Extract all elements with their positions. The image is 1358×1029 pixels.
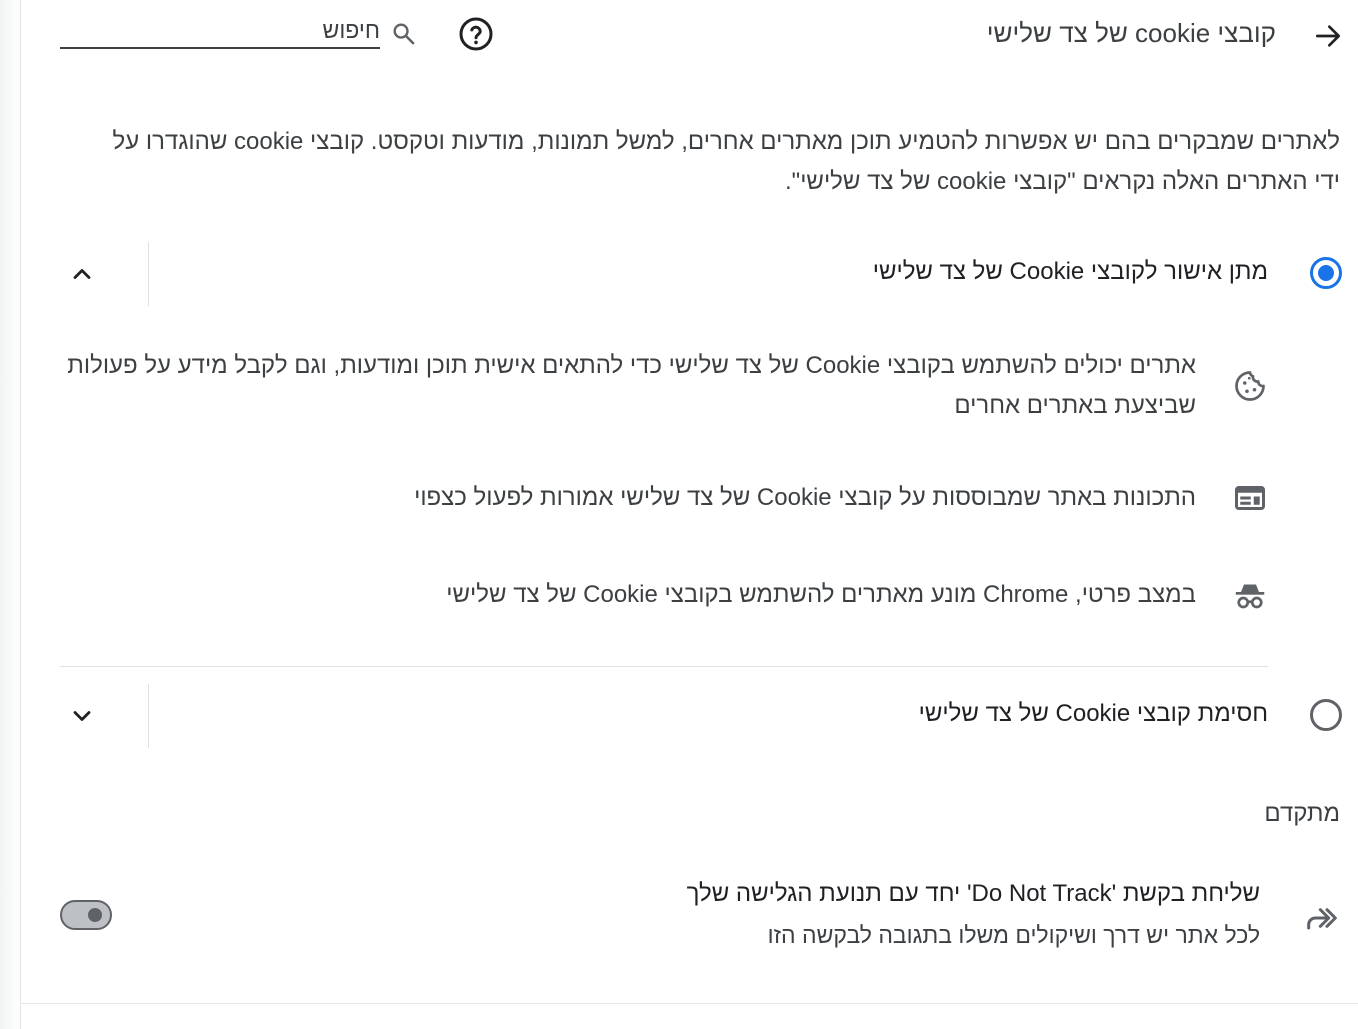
- incognito-icon: [1235, 584, 1265, 609]
- detail-text-incognito: במצב פרטי, Chrome מונע מאתרים להשתמש בקו…: [446, 581, 1196, 608]
- search-box: [60, 14, 420, 50]
- do-not-track-icon: [1307, 908, 1337, 930]
- radio-block-label: חסימת קובצי Cookie של צד שלישי: [918, 700, 1268, 727]
- do-not-track-title: שליחת בקשת 'Do Not Track' יחד עם תנועת ה…: [686, 880, 1260, 907]
- toggle-knob: [88, 908, 102, 922]
- arrow-back-icon: [1316, 25, 1340, 47]
- vertical-divider: [148, 684, 149, 748]
- detail-item-web-asset: התכונות באתר שמבוססות על קובצי Cookie של…: [60, 478, 1358, 518]
- chevron-up-icon: [73, 269, 91, 279]
- help-icon: [459, 17, 493, 51]
- side-shadow: [0, 0, 21, 1029]
- page-title: קובצי cookie של צד שלישי: [986, 18, 1276, 48]
- detail-item-incognito: במצב פרטי, Chrome מונע מאתרים להשתמש בקו…: [60, 575, 1358, 615]
- page-description: לאתרים שמבקרים בהם יש אפשרות להטמיע תוכן…: [112, 128, 1340, 195]
- search-input[interactable]: [60, 14, 380, 49]
- search-icon[interactable]: [390, 20, 418, 48]
- chevron-down-icon: [73, 711, 91, 721]
- help-button[interactable]: [456, 14, 496, 54]
- radio-allow-row[interactable]: מתן אישור לקובצי Cookie של צד שלישי: [60, 242, 1358, 308]
- options-divider: [60, 666, 1268, 667]
- detail-text-cookie: אתרים יכולים להשתמש בקובצי Cookie של צד …: [67, 352, 1196, 419]
- vertical-divider: [148, 242, 149, 306]
- back-button[interactable]: [1306, 14, 1350, 58]
- radio-block-third-party[interactable]: [1310, 699, 1342, 731]
- do-not-track-row[interactable]: שליחת בקשת 'Do Not Track' יחד עם תנועת ה…: [60, 870, 1358, 970]
- do-not-track-subtitle: לכל אתר יש דרך ושיקולים משלו בתגובה לבקש…: [767, 922, 1260, 948]
- radio-allow-label: מתן אישור לקובצי Cookie של צד שלישי: [872, 258, 1268, 285]
- radio-block-row[interactable]: חסימת קובצי Cookie של צד שלישי: [60, 684, 1358, 750]
- cookie-icon: [1235, 371, 1265, 401]
- bottom-divider: [20, 1003, 1358, 1004]
- expand-button[interactable]: [60, 694, 104, 738]
- web-asset-icon: [1235, 486, 1265, 510]
- settings-page: קובצי cookie של צד שלישי לאתרים שמבקרים …: [0, 0, 1358, 1029]
- collapse-button[interactable]: [60, 252, 104, 296]
- detail-text-web-asset: התכונות באתר שמבוססות על קובצי Cookie של…: [414, 484, 1196, 511]
- advanced-heading: מתקדם: [1264, 800, 1340, 827]
- radio-allow-third-party[interactable]: [1310, 257, 1342, 289]
- do-not-track-toggle[interactable]: [60, 900, 112, 930]
- detail-item-cookie: אתרים יכולים להשתמש בקובצי Cookie של צד …: [60, 346, 1358, 426]
